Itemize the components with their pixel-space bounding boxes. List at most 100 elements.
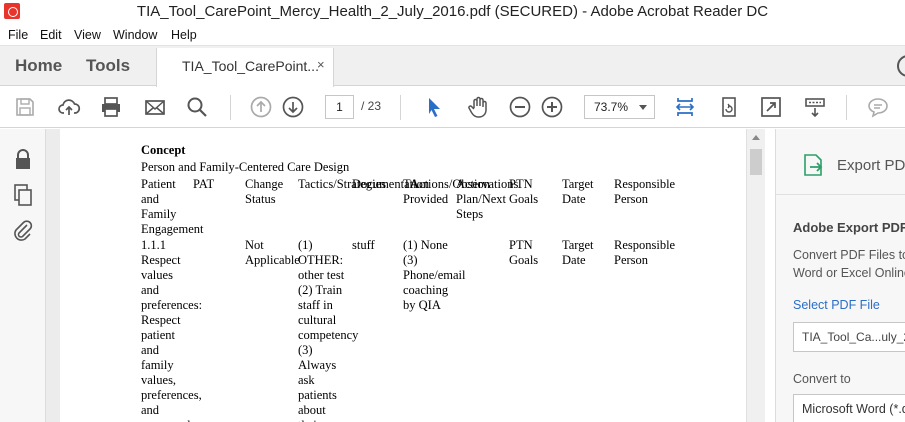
cloud-upload-icon[interactable] [56,94,82,120]
pdf-page: Concept Person and Family-Centered Care … [60,129,746,422]
tab-home[interactable]: Home [15,56,62,76]
toolbar-separator [846,95,847,120]
selected-file-field[interactable]: TIA_Tool_Ca...uly_2016.pdf [793,322,905,352]
fit-width-icon[interactable] [672,94,698,120]
table-cell-text: Respect [141,253,181,267]
help-icon[interactable] [897,55,905,77]
full-screen-icon[interactable] [758,94,784,120]
export-pdf-header[interactable]: Export PDF [776,129,905,195]
table-cell-text: Action [456,177,491,191]
table-cell-text: preferences, [141,388,202,402]
table-cell-text: Date [562,253,586,267]
scroll-up-arrow-icon[interactable] [752,135,760,140]
table-cell-text: coaching [403,283,449,297]
table-cell-text: Change [245,177,284,191]
menu-window[interactable]: Window [113,28,157,42]
table-cell-text: about [298,403,326,417]
table-cell-text: PTN [509,177,533,191]
table-cell-text: Always [298,358,337,372]
tab-tools[interactable]: Tools [86,56,130,76]
table-cell-text: Person [614,192,649,206]
convert-format-select[interactable]: Microsoft Word (*.docx) [793,394,905,422]
title-bar: TIA_Tool_CarePoint_Mercy_Health_2_July_2… [0,0,905,24]
table-cell-text: their [298,418,321,422]
table-cell-text: patient [141,328,176,342]
export-panel-title: Adobe Export PDF [793,220,905,235]
print-icon[interactable] [98,94,124,120]
table-cell-text: values [141,268,173,282]
table-cell-text: stuff [352,238,375,252]
export-pdf-panel: Export PDF Adobe Export PDF Convert PDF … [775,129,905,422]
table-cell-text: values, [141,373,177,387]
select-cursor-icon[interactable] [421,94,447,120]
table-cell-text: Engagement [141,222,204,236]
search-icon[interactable] [184,94,210,120]
previous-page-icon[interactable] [248,94,274,120]
table-cell-text: Family [141,207,177,221]
table-cell-text: ask [298,373,315,387]
lock-icon[interactable] [11,147,35,171]
menu-edit[interactable]: Edit [40,28,62,42]
attachments-icon[interactable] [11,219,35,243]
comment-icon[interactable] [865,94,891,120]
table-cell-text: Responsible [614,177,676,191]
select-pdf-file-link[interactable]: Select PDF File [793,298,880,312]
menu-bar: File Edit View Window Help [0,24,905,46]
rotate-page-icon[interactable] [716,94,742,120]
table-cell-text: 1.1.1 [141,238,166,252]
document-viewport[interactable]: Concept Person and Family-Centered Care … [46,129,746,422]
next-page-icon[interactable] [280,94,306,120]
doc-heading: Concept [141,143,186,157]
table-cell-text: Target [562,177,594,191]
table-cell-text: by QIA [403,298,441,312]
zoom-in-icon[interactable] [539,94,565,120]
save-icon[interactable] [12,94,38,120]
scrollbar-thumb[interactable] [750,149,762,175]
email-icon[interactable] [142,94,168,120]
table-cell-text: Responsible [614,238,676,252]
convert-to-label: Convert to [793,372,851,386]
table-cell-text: (2) Train [298,283,343,297]
export-panel-description: Convert PDF Files to Word or Excel Onlin… [793,248,905,280]
table-cell-text: (3) [298,343,313,357]
table-cell-text: Respect [141,313,181,327]
table-cell-text: Applicable [245,253,300,267]
page-thumbnails-icon[interactable] [11,183,35,207]
table-cell-text: and [141,192,160,206]
chevron-down-icon [639,105,647,110]
table-cell-text: OTHER: [298,253,344,267]
table-cell-text: Goals [509,192,539,206]
doc-subheading: Person and Family-Centered Care Design [141,160,350,174]
toolbar: 1 / 23 73.7% [0,87,905,128]
table-cell-text: and [141,283,160,297]
table-cell-text: Target [562,238,594,252]
vertical-scrollbar[interactable] [746,129,765,422]
table-cell-text: preferences: [141,298,203,312]
menu-help[interactable]: Help [171,28,197,42]
zoom-level-select[interactable]: 73.7% [584,95,655,119]
table-cell-text: Status [245,192,276,206]
export-pdf-icon [803,153,825,177]
table-cell-text: Patient [141,177,176,191]
menu-file[interactable]: File [8,28,28,42]
table-cell-text: PAT [193,177,215,191]
zoom-level-value: 73.7% [594,100,629,114]
table-cell-text: (1) None [403,238,448,252]
page-number-input[interactable]: 1 [325,95,354,119]
close-tab-icon[interactable]: × [317,57,325,72]
table-cell-text: Date [562,192,586,206]
zoom-out-icon[interactable] [507,94,533,120]
window-title: TIA_Tool_CarePoint_Mercy_Health_2_July_2… [136,3,769,20]
table-cell-text: Phone/email [403,268,466,282]
toolbar-separator [400,95,401,120]
toolbar-separator [230,95,231,120]
table-cell-text: and [141,343,160,357]
hand-tool-icon[interactable] [465,94,491,120]
page-total: / 23 [361,99,382,113]
tab-document[interactable]: TIA_Tool_CarePoint... × [156,48,334,87]
tab-bar: Home Tools TIA_Tool_CarePoint... × [0,46,905,87]
table-cell-text: Person [614,253,649,267]
read-mode-icon[interactable] [802,94,828,120]
menu-view[interactable]: View [74,28,101,42]
table-cell-text: family [141,358,174,372]
